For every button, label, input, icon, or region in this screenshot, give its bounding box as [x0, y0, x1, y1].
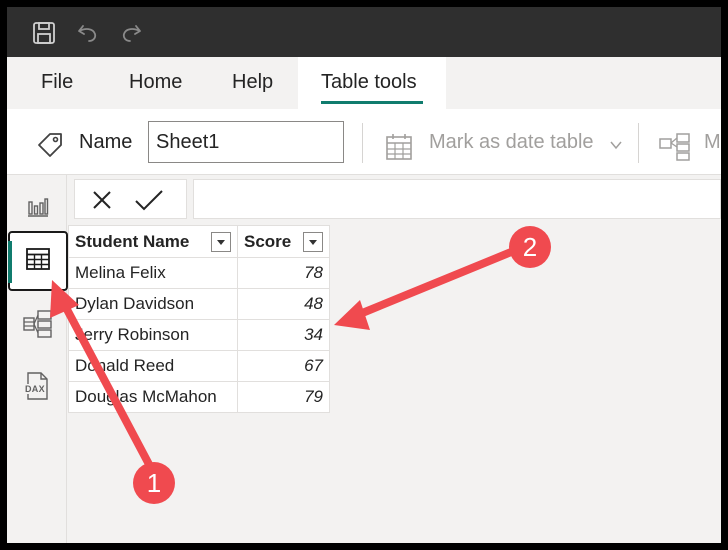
- menu-bar: File Home Help Table tools: [7, 57, 721, 109]
- ribbon: Name Mark as date table: [7, 109, 721, 175]
- data-grid: Student Name Score Melina Felix 78 Dylan: [68, 225, 330, 413]
- manage-relationships-icon[interactable]: [659, 133, 691, 166]
- report-view-button[interactable]: [9, 179, 67, 237]
- tab-table-tools[interactable]: Table tools: [321, 71, 417, 94]
- column-header-student-name[interactable]: Student Name: [68, 225, 238, 258]
- cell-score[interactable]: 48: [237, 288, 330, 320]
- cancel-icon[interactable]: [91, 189, 113, 216]
- table-row: Jerry Robinson 34: [68, 319, 330, 351]
- filter-dropdown-icon[interactable]: [303, 231, 323, 252]
- tab-file[interactable]: File: [41, 71, 73, 94]
- app-window: File Home Help Table tools Name Sheet1 M…: [7, 7, 721, 543]
- redo-icon[interactable]: [118, 20, 144, 46]
- tab-home[interactable]: Home: [129, 71, 182, 94]
- cell-student-name[interactable]: Melina Felix: [68, 257, 238, 289]
- report-view-icon: [26, 194, 50, 223]
- tag-icon: [35, 130, 65, 165]
- dax-query-view-button[interactable]: DAX: [9, 357, 67, 415]
- save-icon[interactable]: [31, 20, 57, 46]
- table-name-input[interactable]: [148, 121, 344, 163]
- annotation-badge-1: 1: [133, 462, 175, 504]
- filter-dropdown-icon[interactable]: [211, 231, 231, 252]
- table-view-icon: [25, 246, 51, 277]
- cell-student-name[interactable]: Dylan Davidson: [68, 288, 238, 320]
- column-header-score[interactable]: Score: [237, 225, 330, 258]
- model-view-button[interactable]: [9, 297, 67, 355]
- cell-student-name[interactable]: Douglas McMahon: [68, 381, 238, 413]
- dax-query-view-icon: DAX: [25, 371, 51, 401]
- ribbon-divider: [362, 123, 363, 163]
- cell-score[interactable]: 79: [237, 381, 330, 413]
- cell-student-name[interactable]: Donald Reed: [68, 350, 238, 382]
- manage-relationships-label[interactable]: M: [704, 131, 721, 154]
- table-row: Dylan Davidson 48: [68, 288, 330, 320]
- cell-score[interactable]: 34: [237, 319, 330, 351]
- table-row: Douglas McMahon 79: [68, 381, 330, 413]
- table-row: Melina Felix 78: [68, 257, 330, 289]
- calendar-icon[interactable]: [385, 133, 413, 166]
- cell-score[interactable]: 67: [237, 350, 330, 382]
- formula-bar-buttons: [74, 179, 187, 219]
- mark-as-date-table-button[interactable]: Mark as date table: [429, 131, 594, 154]
- table-row: Donald Reed 67: [68, 350, 330, 382]
- table-view-button[interactable]: [8, 231, 68, 291]
- column-header-label: Student Name: [75, 231, 190, 251]
- formula-input[interactable]: [193, 179, 721, 219]
- active-tab-underline: [321, 101, 423, 104]
- annotation-badge-2: 2: [509, 226, 551, 268]
- chevron-down-icon[interactable]: [609, 138, 623, 157]
- cell-student-name[interactable]: Jerry Robinson: [68, 319, 238, 351]
- left-navigation: DAX: [7, 175, 68, 543]
- dax-label: DAX: [25, 384, 45, 394]
- model-view-icon: [23, 309, 53, 344]
- header-row: Student Name Score: [68, 225, 330, 258]
- tab-help[interactable]: Help: [232, 71, 273, 94]
- name-label: Name: [79, 131, 133, 153]
- ribbon-divider: [638, 123, 639, 163]
- cell-score[interactable]: 78: [237, 257, 330, 289]
- column-header-label: Score: [244, 231, 292, 251]
- undo-icon[interactable]: [75, 20, 101, 46]
- commit-check-icon[interactable]: [134, 189, 164, 216]
- title-bar: [7, 7, 721, 57]
